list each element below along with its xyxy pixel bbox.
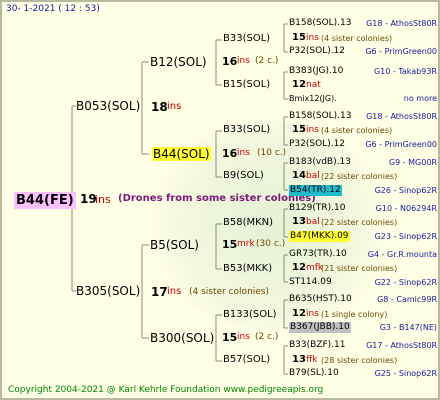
g4-source: G18 - AthosSt80R (366, 112, 437, 121)
g3-number: 12 (292, 262, 306, 273)
g4-queen[interactable]: B183(vdB).13 (289, 158, 351, 167)
g4-source: G22 - Sinop62R (374, 278, 437, 287)
dam-note: (4 sister colonies) (189, 287, 270, 297)
g4-source: G26 - Sinop62R (374, 186, 437, 195)
g3-ins: ins (306, 309, 319, 319)
g4-queen[interactable]: B47(MKK).09 (289, 231, 350, 242)
g3-note: (22 sister colonies) (321, 218, 398, 227)
g4-queen[interactable]: GR73(TR).10 (289, 250, 347, 259)
root-queen[interactable]: B44(FE) (14, 192, 76, 209)
b44-number: 16 (222, 147, 238, 160)
sire-ins: ins (167, 101, 182, 112)
g3-ins: nat (306, 80, 321, 90)
g4-source: G3 - B147(NE) (379, 323, 437, 332)
b12-note: (2 c.) (255, 56, 279, 66)
dam-ins: ins (167, 286, 182, 297)
g3-ins: bal (306, 217, 320, 227)
g3-note: (21 sister colonies) (321, 264, 398, 273)
timestamp: 30- 1-2021 ( 12 : 53) (6, 4, 100, 14)
sire-queen[interactable]: B053(SOL) (76, 100, 140, 112)
g4-queen[interactable]: ST114.09 (289, 278, 332, 287)
g3-queen[interactable]: B9(SOL) (223, 171, 264, 181)
b44-queen[interactable]: B44(SOL) (152, 147, 211, 161)
g4-queen[interactable]: B367(JBB).10 (289, 322, 351, 333)
g4-source: G4 - Gr.R.mounta (367, 250, 437, 259)
dam-queen[interactable]: B305(SOL) (76, 285, 140, 297)
g4-queen[interactable]: B158(SOL).13 (289, 19, 352, 28)
g4-queen[interactable]: B54(TR).12 (289, 185, 342, 196)
g4-source: no more (403, 94, 437, 103)
b5-number: 15 (222, 238, 238, 251)
b44-ins: ins (237, 148, 250, 158)
g3-number: 12 (292, 79, 306, 90)
g4-queen[interactable]: P32(SOL).12 (289, 47, 345, 56)
b300-number: 15 (222, 331, 238, 344)
g4-source: G10 - N06294R (375, 204, 437, 213)
g3-note: (22 sister colonies) (321, 172, 398, 181)
g3-ins: ins (306, 33, 319, 43)
g3-number: 14 (292, 170, 306, 181)
g4-queen[interactable]: Bmix12(JG). (289, 95, 337, 103)
b12-ins: ins (237, 56, 250, 66)
g3-queen[interactable]: B15(SOL) (223, 80, 270, 90)
g3-number: 12 (292, 308, 306, 319)
g3-queen[interactable]: B53(MKK) (223, 264, 272, 274)
g3-number: 15 (292, 124, 306, 135)
g4-source: G25 - Sinop62R (374, 369, 437, 378)
b300-queen[interactable]: B300(SOL) (150, 332, 214, 344)
g3-number: 13 (292, 354, 306, 365)
g4-queen[interactable]: B383(JG).10 (289, 67, 343, 76)
g3-queen[interactable]: B57(SOL) (223, 355, 270, 365)
g4-source: G9 - MG00R (388, 158, 437, 167)
g3-ins: ins (306, 125, 319, 135)
g4-source: G6 - PrimGreen00 (365, 140, 437, 149)
b5-queen[interactable]: B5(SOL) (150, 239, 199, 251)
g4-source: G6 - PrimGreen00 (365, 47, 437, 56)
b300-note: (2 c.) (255, 332, 279, 342)
g4-source: G18 - AthosSt80R (366, 19, 437, 28)
g4-source: G23 - Sinop62R (374, 232, 437, 241)
b12-number: 16 (222, 55, 238, 68)
dam-number: 17 (151, 285, 168, 299)
g4-queen[interactable]: B129(TR).10 (289, 204, 345, 213)
gen1-note: (Drones from some sister colonies) (118, 193, 316, 204)
b12-queen[interactable]: B12(SOL) (150, 56, 207, 68)
b44-note: (10 c.) (257, 148, 287, 158)
g4-source: G10 - Takab93R (373, 67, 437, 76)
g4-queen[interactable]: B158(SOL).13 (289, 112, 352, 121)
gen1-ins: ins (95, 193, 111, 206)
g4-source: G8 - Camic99R (377, 295, 437, 304)
b5-note: (30 c.) (256, 239, 286, 249)
g4-queen[interactable]: B635(HST).10 (289, 295, 352, 304)
g3-note: (1 single colony) (321, 310, 388, 319)
g3-queen[interactable]: B58(MKN) (223, 218, 273, 228)
g3-ins: ffk (306, 355, 318, 365)
g3-queen[interactable]: B33(SOL) (223, 125, 270, 135)
g3-note: (4 sister colonies) (321, 34, 393, 43)
g3-number: 13 (292, 216, 306, 227)
g4-source: G17 - AthosSt80R (366, 341, 437, 350)
g3-queen[interactable]: B133(SOL) (223, 310, 277, 320)
copyright-footer: Copyright 2004-2021 @ Karl Kehrle Founda… (8, 385, 324, 395)
g3-note: (28 sister colonies) (321, 356, 398, 365)
sire-number: 18 (151, 100, 168, 114)
g3-ins: bal (306, 171, 320, 181)
g3-queen[interactable]: B33(SOL) (223, 34, 270, 44)
g4-queen[interactable]: B33(BZF).11 (289, 341, 345, 350)
g4-queen[interactable]: P32(SOL).12 (289, 140, 345, 149)
g3-note: (4 sister colonies) (321, 126, 393, 135)
g4-queen[interactable]: B79(SL).10 (289, 369, 339, 378)
b300-ins: ins (237, 332, 250, 342)
b5-ins: mrk (237, 239, 255, 249)
g3-number: 15 (292, 32, 306, 43)
